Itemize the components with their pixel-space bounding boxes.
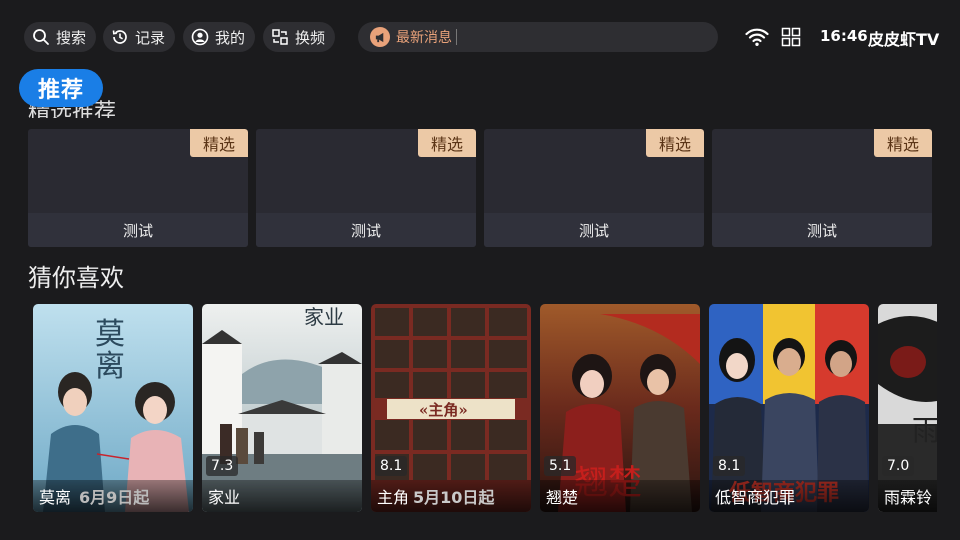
featured-badge: 精选: [190, 129, 248, 157]
featured-badge: 精选: [646, 129, 704, 157]
poster-caption: 6月9日起: [79, 488, 150, 507]
score-badge: 5.1: [544, 456, 577, 476]
brand-name: 皮皮虾TV: [868, 30, 940, 49]
poster-card[interactable]: «主角» 8.1 主角 5月10日起: [371, 304, 531, 512]
poster-title: 莫离 6月9日起: [33, 480, 193, 512]
megaphone-icon: [370, 27, 390, 47]
score-badge: 8.1: [375, 456, 408, 476]
featured-label: 测试: [28, 213, 248, 247]
svg-text:莫: 莫: [95, 317, 125, 352]
poster-title: 翘楚: [540, 480, 700, 512]
poster-title-text: 主角: [377, 488, 410, 507]
top-bar: 搜索 记录 我的 换频 最新消息 16:46 皮皮虾TV: [0, 0, 960, 74]
poster-card[interactable]: 莫 离 莫离 6月9日起: [33, 304, 193, 512]
svg-text:家业: 家业: [304, 305, 344, 329]
score-badge: 7.3: [206, 456, 239, 476]
poster-title-text: 翘楚: [546, 488, 579, 507]
news-label: 最新消息: [396, 30, 452, 46]
svg-text:雨: 雨: [912, 414, 937, 447]
switch-icon: [271, 28, 289, 46]
poster-title: 家业: [202, 480, 362, 512]
featured-card[interactable]: 精选 测试: [484, 129, 704, 247]
wifi-icon: [745, 26, 769, 48]
featured-label: 测试: [256, 213, 476, 247]
poster-title: 低智商犯罪: [709, 480, 869, 512]
poster-title-text: 家业: [208, 488, 241, 507]
news-ticker[interactable]: 最新消息: [358, 22, 718, 52]
svg-text:离: 离: [95, 349, 125, 384]
history-icon: [111, 28, 129, 46]
history-label: 记录: [135, 28, 166, 47]
featured-label: 测试: [484, 213, 704, 247]
channel-label: 换频: [295, 28, 326, 47]
featured-badge: 精选: [874, 129, 932, 157]
poster-title-text: 低智商犯罪: [715, 488, 796, 507]
poster-row: 莫 离 莫离 6月9日起 家业 7.3 家业 «主角» 8.1 主角 5月10日…: [0, 302, 937, 514]
user-icon: [191, 28, 209, 46]
featured-card[interactable]: 精选 测试: [256, 129, 476, 247]
poster-card[interactable]: 翘楚 5.1 翘楚: [540, 304, 700, 512]
poster-caption: 5月10日起: [413, 488, 495, 507]
score-badge: 7.0: [882, 456, 915, 476]
section-title-guess: 猜你喜欢: [28, 264, 124, 292]
poster-title: 主角 5月10日起: [371, 480, 531, 512]
poster-title: 雨霖铃: [878, 480, 937, 512]
featured-label: 测试: [712, 213, 932, 247]
featured-card[interactable]: 精选 测试: [712, 129, 932, 247]
mine-label: 我的: [215, 28, 246, 47]
featured-badge: 精选: [418, 129, 476, 157]
poster-card[interactable]: 低智商犯罪 8.1 低智商犯罪: [709, 304, 869, 512]
history-button[interactable]: 记录: [103, 22, 176, 52]
poster-card[interactable]: 家业 7.3 家业: [202, 304, 362, 512]
news-divider: [456, 29, 457, 45]
search-icon: [32, 28, 50, 46]
poster-title-text: 莫离: [39, 488, 72, 507]
channel-switch-button[interactable]: 换频: [263, 22, 336, 52]
score-badge: 8.1: [713, 456, 746, 476]
apps-grid-icon[interactable]: [781, 26, 801, 48]
mine-button[interactable]: 我的: [183, 22, 256, 52]
featured-card[interactable]: 精选 测试: [28, 129, 248, 247]
search-label: 搜索: [56, 28, 87, 47]
poster-card[interactable]: 雨 7.0 雨霖铃: [878, 304, 937, 512]
poster-title-text: 雨霖铃: [884, 488, 933, 507]
tab-recommend[interactable]: 推荐: [19, 69, 103, 107]
clock: 16:46: [820, 27, 868, 45]
svg-text:«主角»: «主角»: [419, 401, 468, 419]
search-button[interactable]: 搜索: [24, 22, 97, 52]
